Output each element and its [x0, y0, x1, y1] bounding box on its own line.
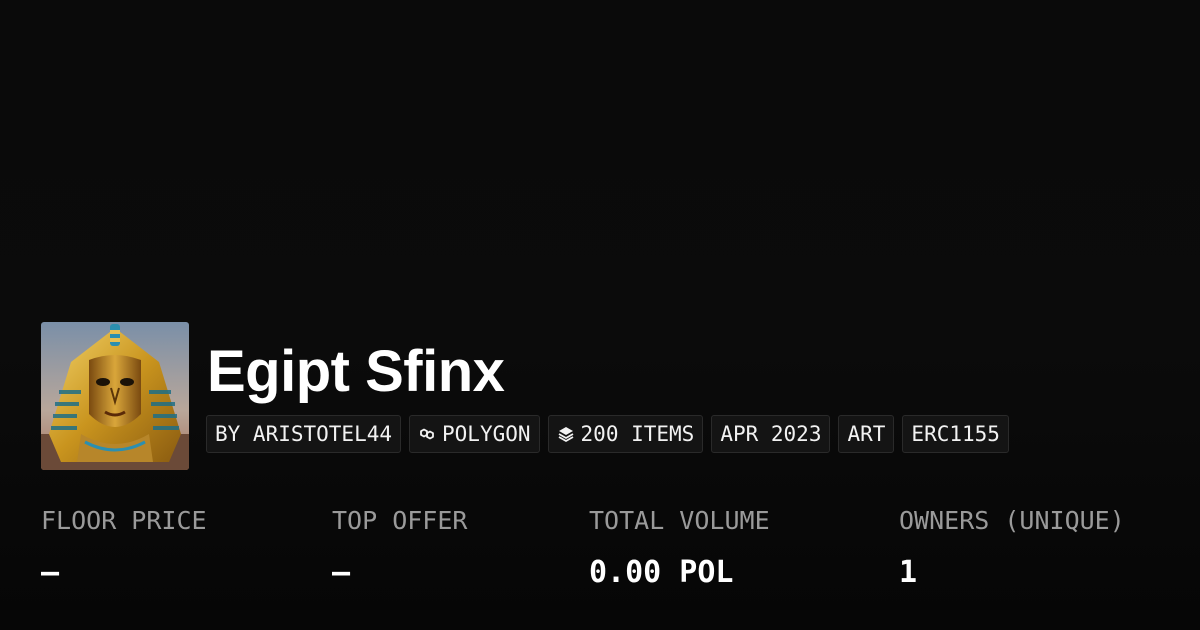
collection-meta-chips: BY ARISTOTEL44 POLYGON 200 ITEMS APR 202… — [206, 415, 1009, 453]
creator-chip-label: BY ARISTOTEL44 — [215, 422, 393, 446]
items-count-chip-label: 200 ITEMS — [580, 422, 695, 446]
owners-stat: OWNERS (UNIQUE) 1 — [899, 505, 1125, 591]
created-date-chip-label: APR 2023 — [720, 422, 822, 446]
chain-chip[interactable]: POLYGON — [409, 415, 540, 453]
total-volume-stat: TOTAL VOLUME 0.00 POL — [589, 505, 770, 591]
floor-price-value: — — [41, 555, 60, 590]
floor-price-label: FLOOR PRICE — [41, 506, 207, 535]
sphinx-artwork-icon — [41, 322, 189, 470]
items-count-chip[interactable]: 200 ITEMS — [547, 415, 704, 453]
category-chip[interactable]: ART — [838, 415, 895, 453]
top-offer-stat: TOP OFFER — — [332, 505, 467, 591]
chain-chip-label: POLYGON — [442, 422, 531, 446]
total-volume-value: 0.00 POL — [589, 555, 734, 590]
category-chip-label: ART — [847, 422, 886, 446]
total-volume-label: TOTAL VOLUME — [589, 506, 770, 535]
collection-stats: FLOOR PRICE — TOP OFFER — TOTAL VOLUME 0… — [41, 505, 1191, 605]
polygon-chain-icon — [418, 425, 436, 443]
token-standard-chip-label: ERC1155 — [911, 422, 1000, 446]
owners-label: OWNERS (UNIQUE) — [899, 506, 1125, 535]
layers-stack-icon — [557, 425, 575, 443]
created-date-chip: APR 2023 — [711, 415, 831, 453]
top-offer-label: TOP OFFER — [332, 506, 468, 535]
owners-value: 1 — [899, 555, 918, 590]
collection-thumbnail — [41, 322, 189, 470]
token-standard-chip: ERC1155 — [902, 415, 1009, 453]
creator-chip[interactable]: BY ARISTOTEL44 — [206, 415, 402, 453]
floor-price-stat: FLOOR PRICE — — [41, 505, 207, 591]
collection-title: Egipt Sfinx — [207, 339, 505, 404]
top-offer-value: — — [332, 555, 351, 590]
